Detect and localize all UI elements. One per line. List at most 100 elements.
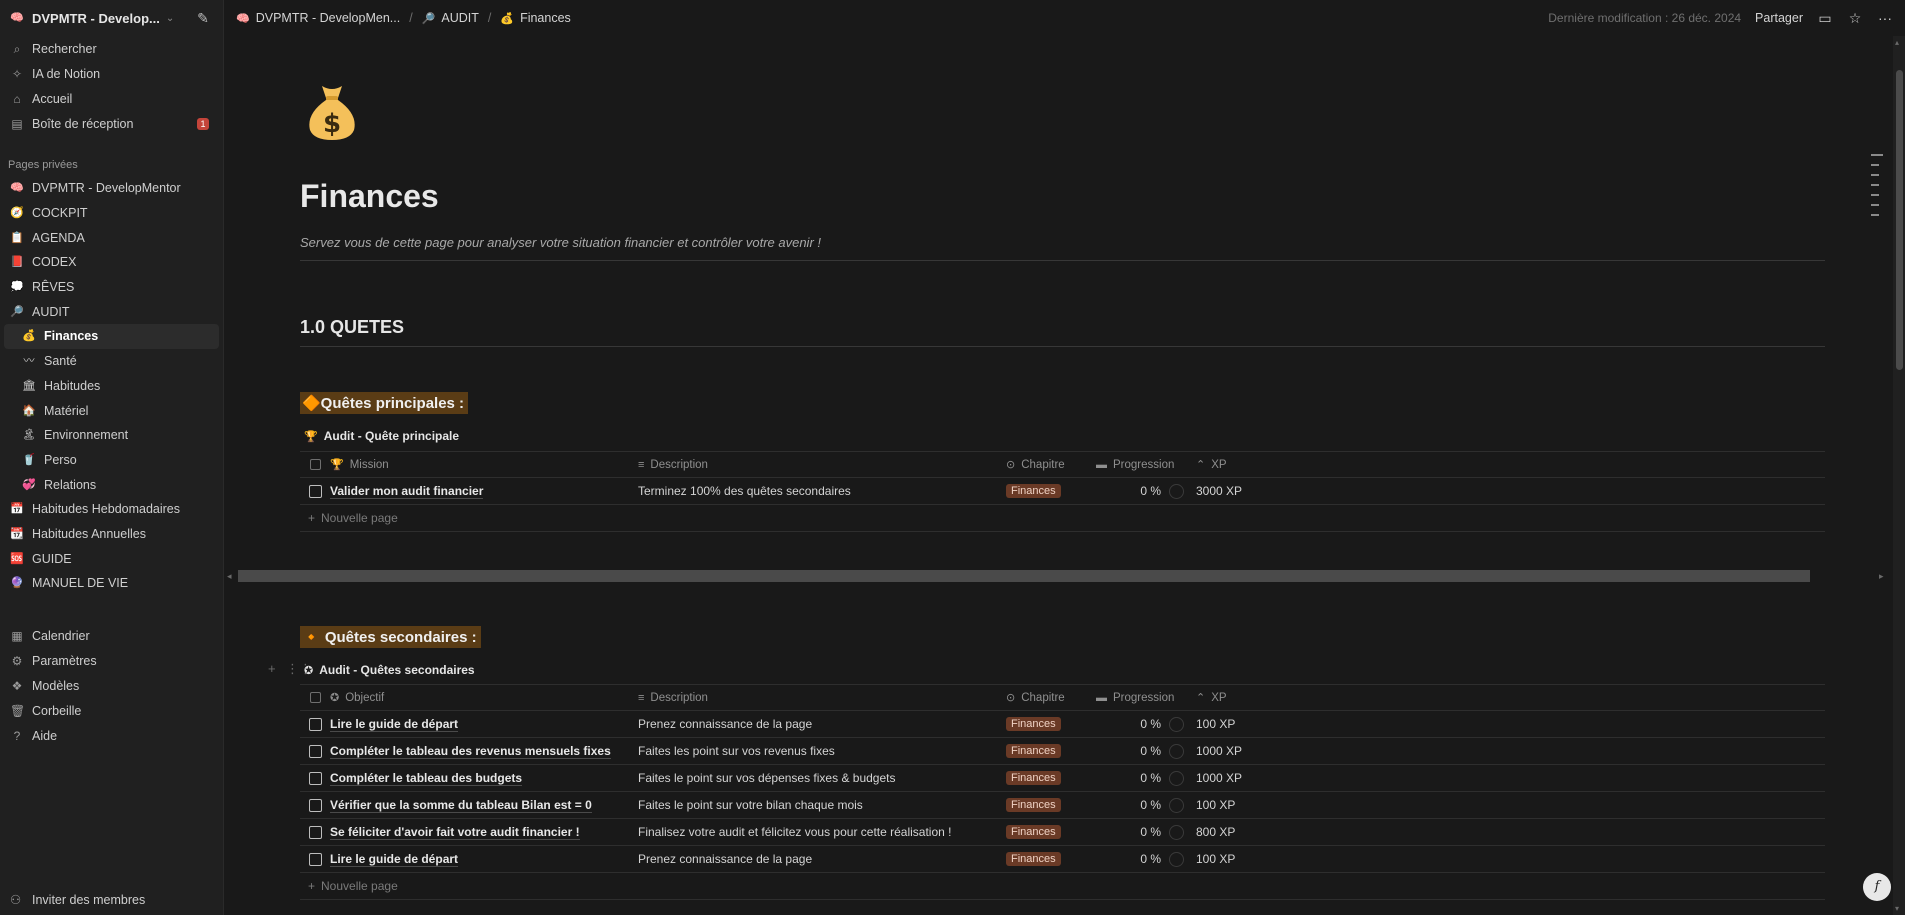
chapter-tag[interactable]: Finances <box>1006 744 1061 758</box>
col-chapter[interactable]: ⊙ Chapitre <box>1006 458 1096 472</box>
col-xp[interactable]: ⌃ XP <box>1184 458 1264 472</box>
main-quests-db-title[interactable]: 🏆 Audit - Quête principale <box>304 429 459 443</box>
col-name[interactable]: ✪ Objectif <box>330 691 638 705</box>
col-description[interactable]: ≡ Description <box>638 692 1006 704</box>
new-page-row[interactable]: + Nouvelle page <box>300 873 1825 900</box>
table-row[interactable]: Lire le guide de départ Prenez connaissan… <box>300 711 1825 738</box>
table-of-contents[interactable] <box>1871 154 1883 224</box>
sidebar-page-finances[interactable]: 💰 Finances <box>4 324 219 349</box>
row-name-link[interactable]: Lire le guide de départ <box>330 852 459 867</box>
sidebar-page-sant-[interactable]: 〰 Santé <box>0 349 223 374</box>
scroll-right-icon[interactable]: ▸ <box>1879 570 1884 582</box>
comments-icon[interactable]: ▭ <box>1817 10 1833 26</box>
sidebar-page-codex[interactable]: 📕 CODEX <box>0 250 223 275</box>
plus-icon: + <box>308 511 316 525</box>
sidebar-page-cockpit[interactable]: 🧭 COCKPIT <box>0 201 223 226</box>
sidebar-page-r-ves[interactable]: 💭 RÊVES <box>0 275 223 300</box>
sidebar-page-habitudes[interactable]: 🏛 Habitudes <box>0 374 223 399</box>
col-progress[interactable]: ▬ Progression <box>1096 459 1184 471</box>
add-block-icon[interactable]: + <box>268 661 276 676</box>
sidebar-page-agenda[interactable]: 📋 AGENDA <box>0 225 223 250</box>
chapter-tag[interactable]: Finances <box>1006 825 1061 839</box>
row-checkbox[interactable] <box>308 744 322 758</box>
more-icon[interactable]: ··· <box>1877 10 1893 26</box>
row-name-link[interactable]: Se féliciter d'avoir fait votre audit fi… <box>330 825 580 840</box>
row-checkbox[interactable] <box>308 852 322 866</box>
row-checkbox[interactable] <box>308 717 322 731</box>
page-title[interactable]: Finances <box>300 178 439 215</box>
vertical-scrollbar[interactable]: ▴ ▾ <box>1893 36 1905 915</box>
chapter-tag[interactable]: Finances <box>1006 484 1061 498</box>
sidebar-item-trash[interactable]: 🗑 Corbeille <box>0 699 223 724</box>
section-heading[interactable]: 1.0 QUETES <box>300 317 404 338</box>
table-row[interactable]: Se féliciter d'avoir fait votre audit fi… <box>300 819 1825 846</box>
table-row[interactable]: Compléter le tableau des budgets Faites l… <box>300 765 1825 792</box>
main-content: 🧠 DVPMTR - DevelopMen... / 🔎 AUDIT / 💰 Finances… <box>224 0 1905 915</box>
col-progress[interactable]: ▬ Progression <box>1096 692 1184 704</box>
row-name-link[interactable]: Compléter le tableau des budgets <box>330 771 523 786</box>
row-name-link[interactable]: Valider mon audit financier <box>330 484 484 499</box>
table-row[interactable]: Valider mon audit financier Terminez 100%… <box>300 478 1825 505</box>
chapter-tag[interactable]: Finances <box>1006 852 1061 866</box>
row-checkbox[interactable] <box>308 798 322 812</box>
progress-value: 0 % <box>1140 825 1161 839</box>
star-icon[interactable]: ☆ <box>1847 10 1863 26</box>
main-quests-heading[interactable]: 🔶Quêtes principales : <box>300 392 469 414</box>
sidebar-item-settings[interactable]: ⚙ Paramètres <box>0 649 223 674</box>
row-xp-cell: 1000 XP <box>1184 744 1264 758</box>
row-checkbox[interactable] <box>308 825 322 839</box>
sidebar-page-environnement[interactable]: 🏝 Environnement <box>0 423 223 448</box>
chapter-tag[interactable]: Finances <box>1006 771 1061 785</box>
col-chapter[interactable]: ⊙ Chapitre <box>1006 691 1096 705</box>
scroll-left-icon[interactable]: ◂ <box>227 570 232 582</box>
money-bag-icon[interactable]: $ <box>300 78 364 142</box>
sidebar-page-habitudes-hebdomadaires[interactable]: 📅 Habitudes Hebdomadaires <box>0 497 223 522</box>
col-xp[interactable]: ⌃ XP <box>1184 691 1264 705</box>
table-row[interactable]: Compléter le tableau des revenus mensuel… <box>300 738 1825 765</box>
row-name-link[interactable]: Vérifier que la somme du tableau Bilan e… <box>330 798 592 813</box>
sidebar-page-mat-riel[interactable]: 🏠 Matériel <box>0 398 223 423</box>
sidebar-page-dvpmtr-developmentor[interactable]: 🧠 DVPMTR - DevelopMentor <box>0 176 223 201</box>
sidebar-page-guide[interactable]: 🆘 GUIDE <box>0 546 223 571</box>
horizontal-scrollbar[interactable] <box>238 570 1810 582</box>
col-description[interactable]: ≡ Description <box>638 459 1006 471</box>
sidebar-item-templates[interactable]: ❖ Modèles <box>0 674 223 699</box>
breadcrumb-item[interactable]: 🔎 AUDIT <box>422 11 479 25</box>
breadcrumb-item[interactable]: 🧠 DVPMTR - DevelopMen... <box>236 11 400 25</box>
sidebar-item-home[interactable]: ⌂ Accueil <box>0 86 223 111</box>
share-button[interactable]: Partager <box>1755 11 1803 25</box>
side-quests-db-title[interactable]: ✪ Audit - Quêtes secondaires <box>304 663 475 677</box>
row-checkbox-cell <box>300 484 330 498</box>
row-name-link[interactable]: Lire le guide de départ <box>330 717 459 732</box>
sidebar-item-ai[interactable]: ✧ IA de Notion <box>0 61 223 86</box>
page-subtitle[interactable]: Servez vous de cette page pour analyser … <box>300 235 821 250</box>
row-progress-cell: 0 % <box>1096 797 1184 813</box>
col-name[interactable]: 🏆 Mission <box>330 458 638 472</box>
new-page-row[interactable]: + Nouvelle page <box>300 505 1825 532</box>
sidebar-page-habitudes-annuelles[interactable]: 📆 Habitudes Annuelles <box>0 522 223 547</box>
notion-ai-button[interactable]: 𝑓 <box>1863 873 1891 901</box>
scroll-up-icon[interactable]: ▴ <box>1895 38 1899 47</box>
sidebar-page-relations[interactable]: 💞 Relations <box>0 472 223 497</box>
side-quests-heading[interactable]: 🔸 Quêtes secondaires : <box>300 626 481 648</box>
sidebar-page-perso[interactable]: 🥤 Perso <box>0 448 223 473</box>
sidebar-page-audit[interactable]: 🔎 AUDIT <box>0 299 223 324</box>
new-page-icon[interactable]: ✎ <box>195 10 211 26</box>
sidebar-item-search[interactable]: ⌕ Rechercher <box>0 36 223 61</box>
scroll-down-icon[interactable]: ▾ <box>1895 904 1899 913</box>
workspace-switcher[interactable]: 🧠 DVPMTR - Develop... ⌄ ✎ <box>0 0 223 36</box>
sidebar-item-inbox[interactable]: ▤ Boîte de réception 1 <box>0 111 223 136</box>
table-row[interactable]: Lire le guide de départ Prenez connaissan… <box>300 846 1825 873</box>
breadcrumb-item[interactable]: 💰 Finances <box>500 11 570 25</box>
invite-members-button[interactable]: ⚇ Inviter des membres <box>10 892 145 908</box>
sidebar-item-help[interactable]: ? Aide <box>0 724 223 749</box>
row-checkbox[interactable] <box>308 771 322 785</box>
sidebar-page-manuel-de-vie[interactable]: 🔮 MANUEL DE VIE <box>0 571 223 596</box>
row-checkbox[interactable] <box>308 484 322 498</box>
chapter-tag[interactable]: Finances <box>1006 717 1061 731</box>
table-row[interactable]: Vérifier que la somme du tableau Bilan e… <box>300 792 1825 819</box>
row-name-link[interactable]: Compléter le tableau des revenus mensuel… <box>330 744 611 759</box>
sidebar-item-calendar[interactable]: ▦ Calendrier <box>0 624 223 649</box>
chapter-tag[interactable]: Finances <box>1006 798 1061 812</box>
scrollbar-thumb[interactable] <box>1896 70 1903 370</box>
